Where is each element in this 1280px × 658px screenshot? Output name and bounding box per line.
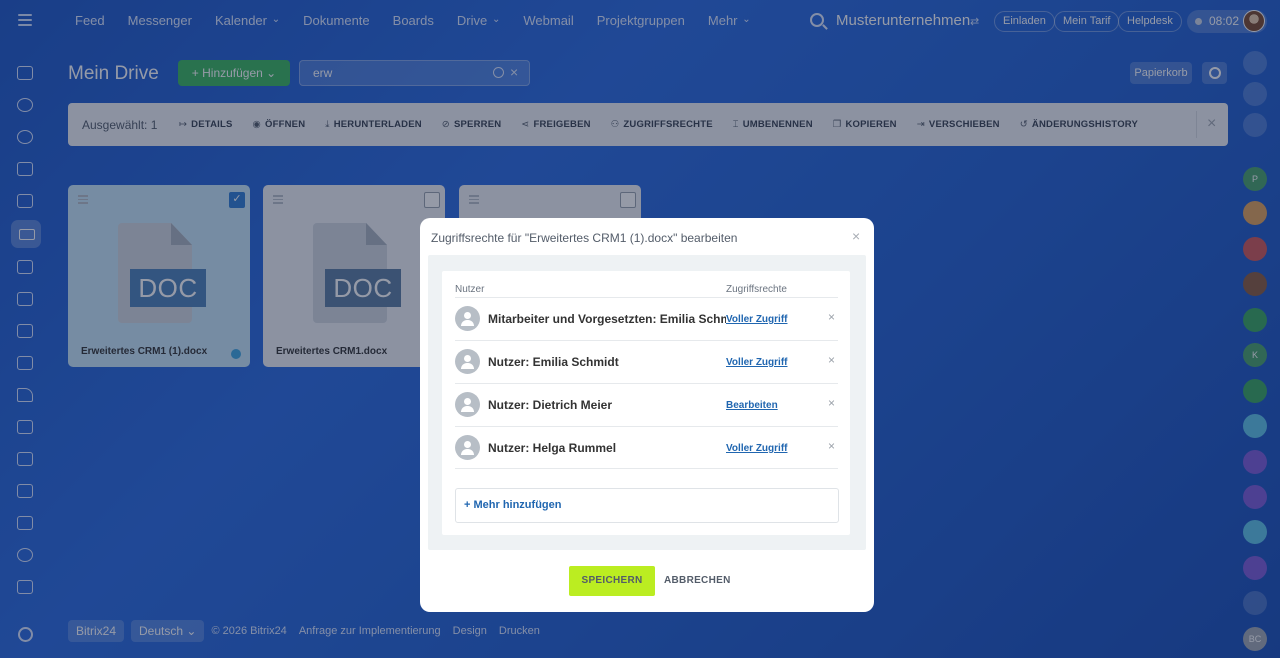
cancel-button[interactable]: ABBRECHEN: [664, 566, 730, 596]
column-header-user: Nutzer: [455, 284, 485, 295]
rights-row: Nutzer: Dietrich Meier Bearbeiten ×: [455, 383, 838, 426]
rights-select[interactable]: Voller Zugriff: [726, 443, 787, 454]
remove-icon[interactable]: ×: [828, 439, 835, 453]
remove-icon[interactable]: ×: [828, 310, 835, 324]
remove-icon[interactable]: ×: [828, 396, 835, 410]
save-button[interactable]: SPEICHERN: [569, 566, 655, 596]
user-group-icon: [455, 392, 480, 417]
access-rights-dialog: Zugriffsrechte für "Erweitertes CRM1 (1)…: [420, 218, 874, 612]
user-name: Nutzer: Helga Rummel: [488, 441, 617, 455]
user-name: Mitarbeiter und Vorgesetzten: Emilia Sch…: [488, 312, 726, 326]
user-group-icon: [455, 306, 480, 331]
rights-row: Nutzer: Helga Rummel Voller Zugriff ×: [455, 426, 838, 469]
add-more-button[interactable]: + Mehr hinzufügen: [455, 488, 839, 523]
divider: [455, 468, 838, 469]
dialog-title: Zugriffsrechte für "Erweitertes CRM1 (1)…: [431, 231, 738, 245]
user-name: Nutzer: Dietrich Meier: [488, 398, 613, 412]
user-name: Nutzer: Emilia Schmidt: [488, 355, 619, 369]
user-group-icon: [455, 435, 480, 460]
rights-select[interactable]: Bearbeiten: [726, 400, 778, 411]
close-icon[interactable]: ×: [852, 228, 860, 244]
rights-select[interactable]: Voller Zugriff: [726, 357, 787, 368]
remove-icon[interactable]: ×: [828, 353, 835, 367]
rights-select[interactable]: Voller Zugriff: [726, 314, 787, 325]
column-header-rights: Zugriffsrechte: [726, 284, 787, 295]
rights-panel: Nutzer Zugriffsrechte Mitarbeiter und Vo…: [442, 271, 850, 535]
user-group-icon: [455, 349, 480, 374]
rights-row: Nutzer: Emilia Schmidt Voller Zugriff ×: [455, 340, 838, 383]
dialog-body: Nutzer Zugriffsrechte Mitarbeiter und Vo…: [428, 255, 866, 550]
rights-row: Mitarbeiter und Vorgesetzten: Emilia Sch…: [455, 297, 838, 340]
